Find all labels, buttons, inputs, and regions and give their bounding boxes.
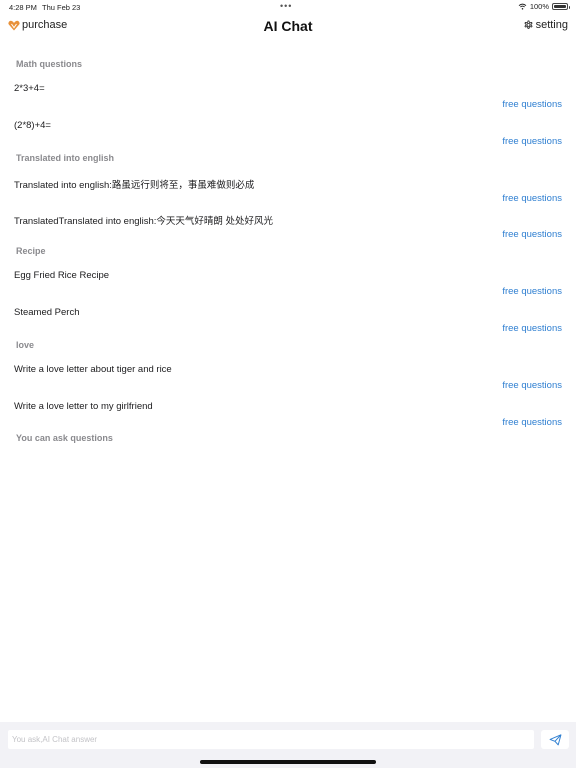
question-text: Translated into english:路虽远行则将至，事虽难做则必成	[14, 179, 255, 191]
setting-label: setting	[535, 19, 568, 31]
section-math: Math questions 2*3+4= free questions (2*…	[0, 50, 576, 147]
question-row[interactable]: Write a love letter to my girlfriend fre…	[0, 388, 576, 428]
section-title: Math questions	[16, 59, 83, 69]
section-title: You can ask questions	[16, 433, 113, 444]
battery-percent: 100%	[529, 2, 549, 11]
home-indicator[interactable]	[200, 760, 376, 764]
question-row[interactable]: TranslatedTranslated into english:今天天气好晴…	[0, 200, 576, 240]
question-text: 2*3+4=	[14, 83, 45, 94]
multitasking-dots-icon[interactable]: •••	[280, 1, 292, 11]
question-row[interactable]: Translated into english:路虽远行则将至，事虽难做则必成 …	[0, 164, 576, 204]
setting-button[interactable]: setting	[522, 19, 568, 31]
question-text: TranslatedTranslated into english:今天天气好晴…	[14, 216, 274, 228]
section-title: Recipe	[16, 246, 46, 257]
question-row[interactable]: Steamed Perch free questions	[0, 294, 576, 334]
question-input[interactable]	[8, 730, 534, 749]
question-text: (2*8)+4=	[14, 119, 51, 131]
send-button[interactable]	[541, 730, 569, 749]
question-row[interactable]: Egg Fried Rice Recipe free questions	[0, 257, 576, 297]
section-ask: You can ask questions	[0, 424, 576, 444]
status-date: Thu Feb 23	[42, 3, 81, 12]
section-love: love Write a love letter about tiger and…	[0, 331, 576, 428]
status-time: 4:28 PM	[9, 3, 37, 12]
section-title: love	[16, 339, 35, 350]
gear-icon	[524, 20, 533, 29]
wifi-icon	[518, 3, 527, 10]
question-row[interactable]: 2*3+4= free questions	[0, 70, 576, 110]
question-row[interactable]: (2*8)+4= free questions	[0, 107, 576, 147]
question-list: Math questions 2*3+4= free questions (2*…	[0, 50, 576, 444]
question-text: Egg Fried Rice Recipe	[14, 270, 110, 282]
page-title: AI Chat	[263, 18, 313, 34]
status-bar: 4:28 PM Thu Feb 23 ••• 100%	[0, 0, 576, 14]
paper-plane-icon	[549, 733, 561, 745]
section-title: Translated into english	[16, 152, 115, 163]
battery-icon	[552, 3, 570, 10]
status-right: 100%	[518, 2, 570, 11]
navigation-bar: purchase AI Chat setting	[0, 14, 576, 40]
question-text: Steamed Perch	[14, 306, 80, 318]
section-recipe: Recipe Egg Fried Rice Recipe free questi…	[0, 237, 576, 334]
question-row[interactable]: Write a love letter about tiger and rice…	[0, 351, 576, 391]
question-text: Write a love letter to my girlfriend	[14, 400, 153, 412]
battery-fill	[554, 5, 566, 8]
section-translate: Translated into english Translated into …	[0, 144, 576, 241]
question-text: Write a love letter about tiger and rice	[14, 363, 172, 375]
